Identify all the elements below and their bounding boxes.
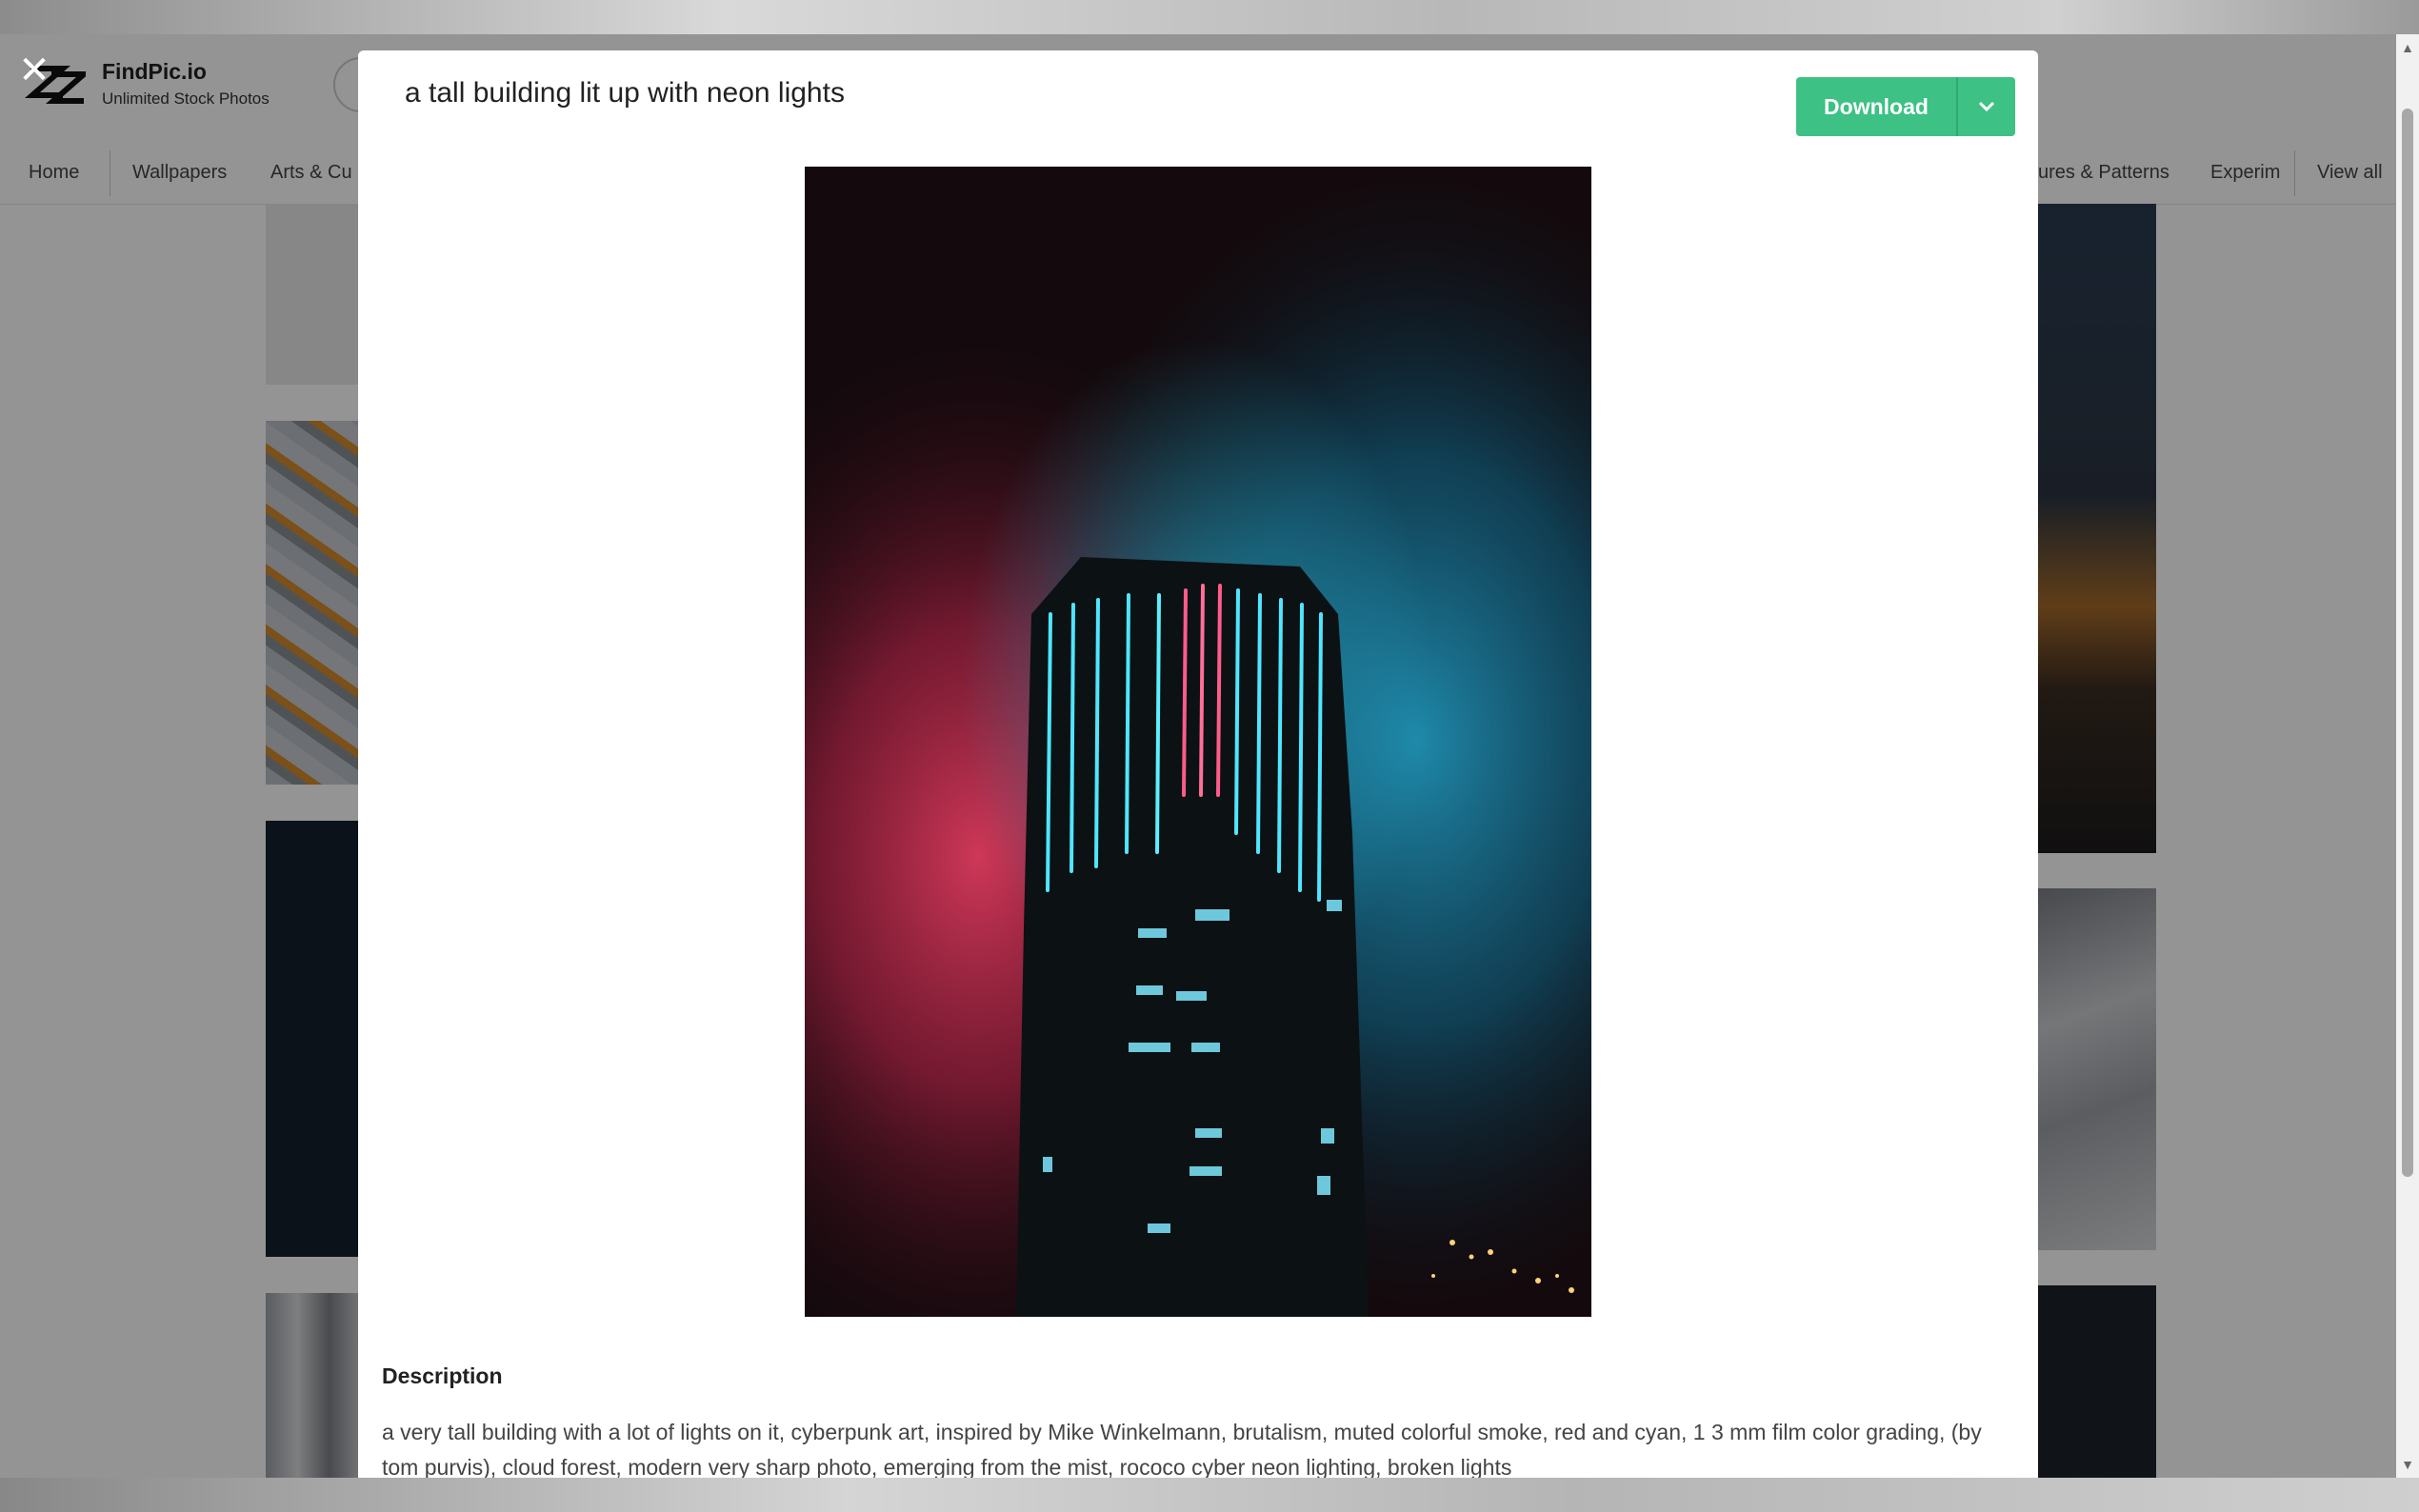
download-button[interactable]: Download: [1796, 77, 1956, 136]
scroll-down-arrow-icon[interactable]: ▼: [2400, 1457, 2415, 1472]
window-frame-top: [0, 0, 2419, 34]
download-options-button[interactable]: [1958, 77, 2015, 136]
chevron-down-icon: [1978, 101, 1995, 112]
scrollbar-thumb[interactable]: [2402, 109, 2413, 1177]
description-heading: Description: [382, 1363, 503, 1388]
modal-title: a tall building lit up with neon lights: [405, 77, 845, 109]
window-frame-bottom: [0, 1478, 2419, 1512]
page-scrollbar[interactable]: ▲ ▼: [2396, 34, 2419, 1478]
preview-image[interactable]: [805, 167, 1591, 1317]
close-icon[interactable]: ✕: [17, 51, 51, 90]
browser-viewport: FindPic.io Unlimited Stock Photos Home W…: [0, 34, 2419, 1478]
download-button-group: Download: [1796, 77, 2015, 136]
image-detail-modal: a tall building lit up with neon lights …: [358, 50, 2038, 1478]
description-text: a very tall building with a lot of light…: [382, 1420, 1982, 1478]
scroll-up-arrow-icon[interactable]: ▲: [2400, 40, 2415, 55]
